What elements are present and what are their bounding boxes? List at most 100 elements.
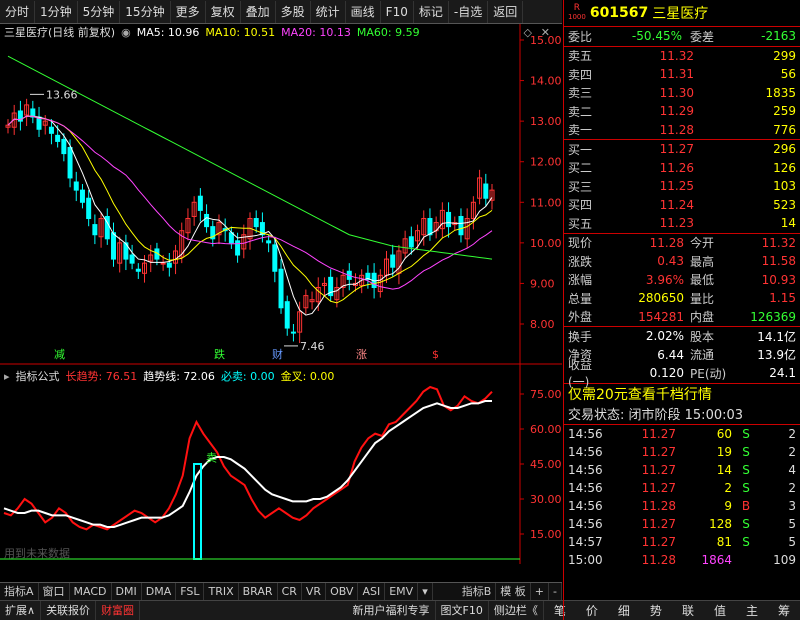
sell-order-row[interactable]: 卖一 11.28 776 [564, 121, 800, 140]
tab-brar[interactable]: BRAR [239, 583, 278, 600]
weicha-value: -2163 [761, 29, 796, 44]
tab-trix[interactable]: TRIX [204, 583, 239, 600]
tick-count: 109 [773, 552, 796, 567]
stat-value: 2.02% [645, 329, 684, 344]
tick-side: S [742, 516, 750, 531]
period-15min[interactable]: 15分钟 [120, 0, 171, 23]
tab-macd[interactable]: MACD [70, 583, 112, 600]
tab-obv[interactable]: OBV [326, 583, 359, 600]
quote-stats-2: 换手 2.02% 股本 14.1亿 净资 6.44 流通 13.9亿 收益(一) 0.120 PE(… [564, 327, 800, 389]
sidebar-toggle-button[interactable]: 侧边栏《 [489, 601, 544, 620]
indicator-tab-bar: 指标A 窗口 MACD DMI DMA FSL TRIX BRAR CR VR … [0, 582, 562, 600]
indicator-expand-icon[interactable]: ▸ [4, 370, 10, 383]
stat-label: 内盘 [690, 310, 715, 325]
tab-cr[interactable]: CR [278, 583, 302, 600]
buy-order-row[interactable]: 买四 11.24 523 [564, 196, 800, 215]
sell-order-row[interactable]: 卖三 11.30 1835 [564, 84, 800, 103]
stat-value: 280650 [638, 291, 684, 306]
indicator-tick-label: 45.00 [530, 458, 562, 471]
buy-order-row[interactable]: 买二 11.26 126 [564, 159, 800, 178]
tick-row: 14:57 11.27 81 S 5 [564, 533, 800, 551]
stat-value: 11.28 [649, 235, 684, 250]
sell-order-volume: 56 [780, 67, 796, 82]
trend-line [3, 400, 492, 528]
tab-more-dropdown[interactable]: ▾ [418, 583, 433, 600]
tick-volume: 60 [716, 426, 732, 441]
ma10-line [7, 115, 493, 304]
candle-body [67, 147, 73, 179]
sell-order-volume: 259 [773, 104, 796, 119]
tool-f10[interactable]: F10 [381, 0, 414, 23]
stat-row: 涨跌 0.43 最高 11.58 [564, 252, 800, 271]
tool-remove-watchlist[interactable]: -自选 [449, 0, 489, 23]
tab-dmi[interactable]: DMI [112, 583, 142, 600]
buy-order-price: 11.26 [659, 160, 694, 175]
event-marker: 财 [272, 347, 283, 361]
template-button[interactable]: 模 板 [496, 583, 531, 600]
candle-body [272, 244, 278, 272]
tab-indicator-a[interactable]: 指标A [0, 583, 39, 600]
tab-emv[interactable]: EMV [385, 583, 419, 600]
tab-dma[interactable]: DMA [142, 583, 177, 600]
kline-chart-area[interactable]: 三星医疗(日线 前复权) ◉ MA5: 10.96 MA10: 10.51 MA… [0, 24, 562, 564]
tool-draw-line[interactable]: 画线 [346, 0, 381, 23]
tool-stats[interactable]: 统计 [311, 0, 346, 23]
stock-code: 601567 [589, 5, 649, 21]
tool-back[interactable]: 返回 [488, 0, 524, 23]
quote-stats: 现价 11.28 今开 11.32 涨跌 0.43 最高 11.58 涨幅 3.96% 最低 10.9… [564, 234, 800, 327]
long-trend-label: 长趋势: 76.51 [65, 370, 138, 383]
buy-order-row[interactable]: 买三 11.25 103 [564, 177, 800, 196]
tab-indicator-b[interactable]: 指标B [458, 583, 497, 600]
tick-side: S [742, 462, 750, 477]
f10-graphic-button[interactable]: 图文F10 [436, 601, 489, 620]
tool-overlay[interactable]: 叠加 [241, 0, 276, 23]
related-quotes-button[interactable]: 关联报价 [41, 601, 97, 620]
golden-cross-label: 金叉: 0.00 [280, 370, 335, 383]
period-intraday[interactable]: 分时 [0, 0, 36, 23]
trade-status: 交易状态: 闭市阶段 15:00:03 [568, 408, 744, 423]
candle-body [160, 262, 166, 265]
tick-count: 2 [788, 480, 796, 495]
tick-count: 5 [788, 516, 796, 531]
buy-order-label: 买四 [568, 198, 593, 213]
tab-window[interactable]: 窗口 [39, 583, 70, 600]
promo-banner[interactable]: 仅需20元查看千档行情 [564, 384, 800, 404]
buy-order-row[interactable]: 买一 11.27 296 [564, 140, 800, 159]
stat-label: 量比 [690, 291, 715, 306]
tick-row: 14:56 11.27 19 S 2 [564, 443, 800, 461]
wealth-circle-button[interactable]: 财富圈 [96, 601, 141, 620]
tool-adjust[interactable]: 复权 [206, 0, 241, 23]
sell-order-row[interactable]: 卖四 11.31 56 [564, 65, 800, 84]
expand-button[interactable]: 扩展∧ [0, 601, 42, 620]
buy-order-volume: 296 [773, 142, 796, 157]
candle-body [55, 134, 61, 142]
tick-volume: 2 [724, 480, 732, 495]
tool-mark[interactable]: 标记 [414, 0, 449, 23]
zoom-in-button[interactable]: + [531, 583, 550, 600]
zoom-out-button[interactable]: - [549, 583, 562, 600]
tab-fsl[interactable]: FSL [176, 583, 205, 600]
tick-time: 14:56 [568, 444, 603, 459]
tick-row: 14:56 11.27 2 S 2 [564, 479, 800, 497]
buy-order-label: 买二 [568, 161, 593, 176]
tick-price: 11.28 [641, 552, 676, 567]
price-tick-label: 12.00 [530, 156, 562, 169]
period-5min[interactable]: 5分钟 [78, 0, 121, 23]
period-more[interactable]: 更多 [171, 0, 206, 23]
sell-order-row[interactable]: 卖五 11.32 299 [564, 47, 800, 66]
tab-vr[interactable]: VR [302, 583, 327, 600]
new-user-benefit-button[interactable]: 新用户福利专享 [348, 601, 436, 620]
high-price-label: 13.66 [46, 88, 78, 101]
sell-order-row[interactable]: 卖二 11.29 259 [564, 102, 800, 121]
tick-time: 15:00 [568, 552, 603, 567]
tick-time: 14:56 [568, 516, 603, 531]
tick-price: 11.27 [641, 516, 676, 531]
tab-asi[interactable]: ASI [358, 583, 386, 600]
tool-multi-stock[interactable]: 多股 [276, 0, 311, 23]
buy-order-row[interactable]: 买五 11.23 14 [564, 214, 800, 233]
indicator-info-row: ▸ 指标公式 长趋势: 76.51 趋势线: 72.06 必卖: 0.00 金叉… [0, 368, 520, 384]
sell-order-label: 卖三 [568, 86, 593, 101]
period-1min[interactable]: 1分钟 [35, 0, 78, 23]
stat-label: 股本 [690, 329, 715, 344]
candle-body [92, 224, 98, 236]
